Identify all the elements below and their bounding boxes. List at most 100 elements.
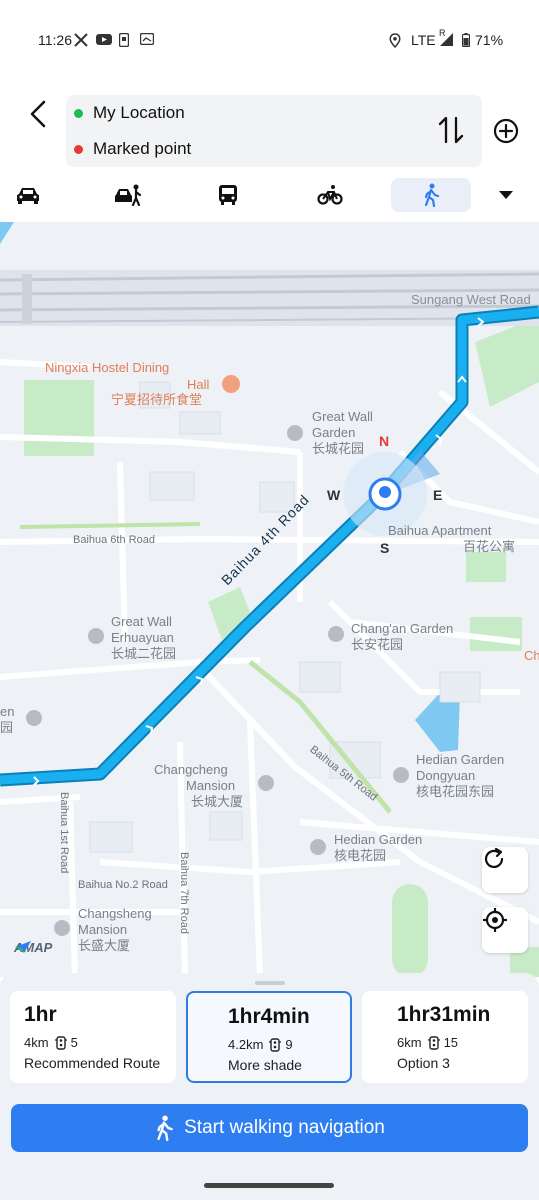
map-label: Hedian Garden [334,832,423,847]
map-label: Garden [312,425,356,440]
swap-route-button[interactable] [436,114,466,146]
start-walking-navigation-button[interactable]: Start walking navigation [11,1104,528,1152]
compass-east: E [433,487,443,503]
mode-bus-tab[interactable] [188,178,268,212]
park-area [466,552,506,582]
map-label: 宁夏招待所食堂 [111,392,203,407]
map-label: 长城大厦 [191,794,244,809]
residence-icon [88,628,104,644]
start-button-label: Start walking navigation [184,1117,385,1138]
youtube-icon [96,33,112,46]
bus-icon [219,185,237,205]
residence-icon [26,710,42,726]
map-canvas [0,222,539,977]
status-bar: 11:26 LTE R 71% [0,0,539,80]
map-label: Mansion [78,922,128,937]
route-duration: 1hr31min [397,1003,491,1026]
chevron-down-icon [499,191,513,199]
route-duration: 1hr [24,1003,57,1026]
map-label: Hedian Garden [416,752,505,767]
route-lights-count: 15 [443,1035,459,1050]
map-label: 园 [0,720,14,735]
signal-icon [440,33,454,46]
map-label: 核电花园 [334,848,387,863]
map-label: Ch [524,648,539,663]
map-label: Hall [187,377,210,392]
map-label: Changcheng [154,762,228,777]
map-label: Baihua Apartment [388,523,492,538]
traffic-light-icon [427,1035,440,1050]
phone-app-icon [118,32,130,48]
x-app-icon [74,33,88,47]
route-distance: 4.2km [228,1037,264,1052]
park-area [470,617,522,651]
park-area [475,317,539,407]
origin-field[interactable]: My Location [74,98,185,128]
route-lights-count: 9 [285,1037,293,1052]
route-meta: 4km 5 [24,1035,78,1050]
route-option-card[interactable]: 1hr31min 6km 15 Option 3 [362,991,528,1083]
compass-west: W [327,487,341,503]
taxi-icon [115,184,142,206]
mode-walk-tab[interactable] [391,178,471,212]
location-status-icon [389,33,401,49]
add-stop-button[interactable] [491,116,521,146]
water-area [0,222,14,244]
route-duration: 1hr4min [228,1005,310,1028]
destination-field[interactable]: Marked point [74,134,191,164]
origin-dot [74,108,83,118]
residence-icon [328,626,344,642]
back-button[interactable] [22,96,54,132]
route-option-card-selected[interactable]: 1hr4min 4.2km 9 More shade [186,991,352,1083]
locate-me-button[interactable] [482,907,528,953]
residence-icon [310,839,326,855]
mode-bike-tab[interactable] [290,178,370,212]
walk-icon [157,1115,173,1141]
map-view[interactable]: Sungang West Road Ningxia Hostel Dining … [0,222,539,977]
walk-icon [424,183,440,207]
map-label: 核电花园东园 [416,784,495,799]
amap-logo: AMAP [14,940,52,955]
map-label: 百花公寓 [463,539,516,554]
sheet-drag-handle[interactable] [255,981,285,985]
compass-south: S [380,540,390,556]
car-icon [17,188,39,204]
mode-taxi-tab[interactable] [88,178,168,212]
plus-circle-icon [493,118,519,144]
route-meta: 4.2km 9 [228,1037,293,1052]
mode-car-tab[interactable] [0,178,68,212]
destination-dot [74,144,83,154]
gesture-home-bar[interactable] [204,1183,334,1188]
refresh-route-button[interactable] [482,847,528,893]
route-distance: 6km [397,1035,422,1050]
road-label: Baihua No.2 Road [78,879,168,891]
route-option-card[interactable]: 1hr 4km 5 Recommended Route [10,991,176,1083]
amap-logo-icon [15,941,31,953]
map-label: 长安花园 [351,637,404,652]
route-label: Option 3 [397,1055,450,1071]
route-label: More shade [228,1057,302,1073]
building-icon [258,775,274,791]
battery-icon [461,33,471,48]
map-label: 长城二花园 [111,646,177,661]
map-label: Erhuayuan [111,630,174,645]
map-label: Sungang West Road [411,292,531,307]
network-type: LTE [411,32,436,48]
route-meta: 6km 15 [397,1035,458,1050]
building-icon [54,920,70,936]
refresh-icon [484,847,504,868]
residence-icon [393,767,409,783]
park-area [24,380,94,456]
gallery-app-icon [139,32,155,46]
map-label: 长城花园 [312,441,365,456]
route-label: Recommended Route [24,1055,161,1071]
map-label: Dongyuan [416,768,476,783]
destination-label: Marked point [93,139,192,158]
battery-percent: 71% [475,32,504,48]
park-area [392,884,428,977]
traffic-light-icon [269,1037,282,1052]
bike-icon [317,185,343,205]
more-modes-dropdown[interactable] [476,178,536,212]
swap-arrows-icon [438,116,464,144]
map-label: Chang'an Garden [351,621,454,636]
